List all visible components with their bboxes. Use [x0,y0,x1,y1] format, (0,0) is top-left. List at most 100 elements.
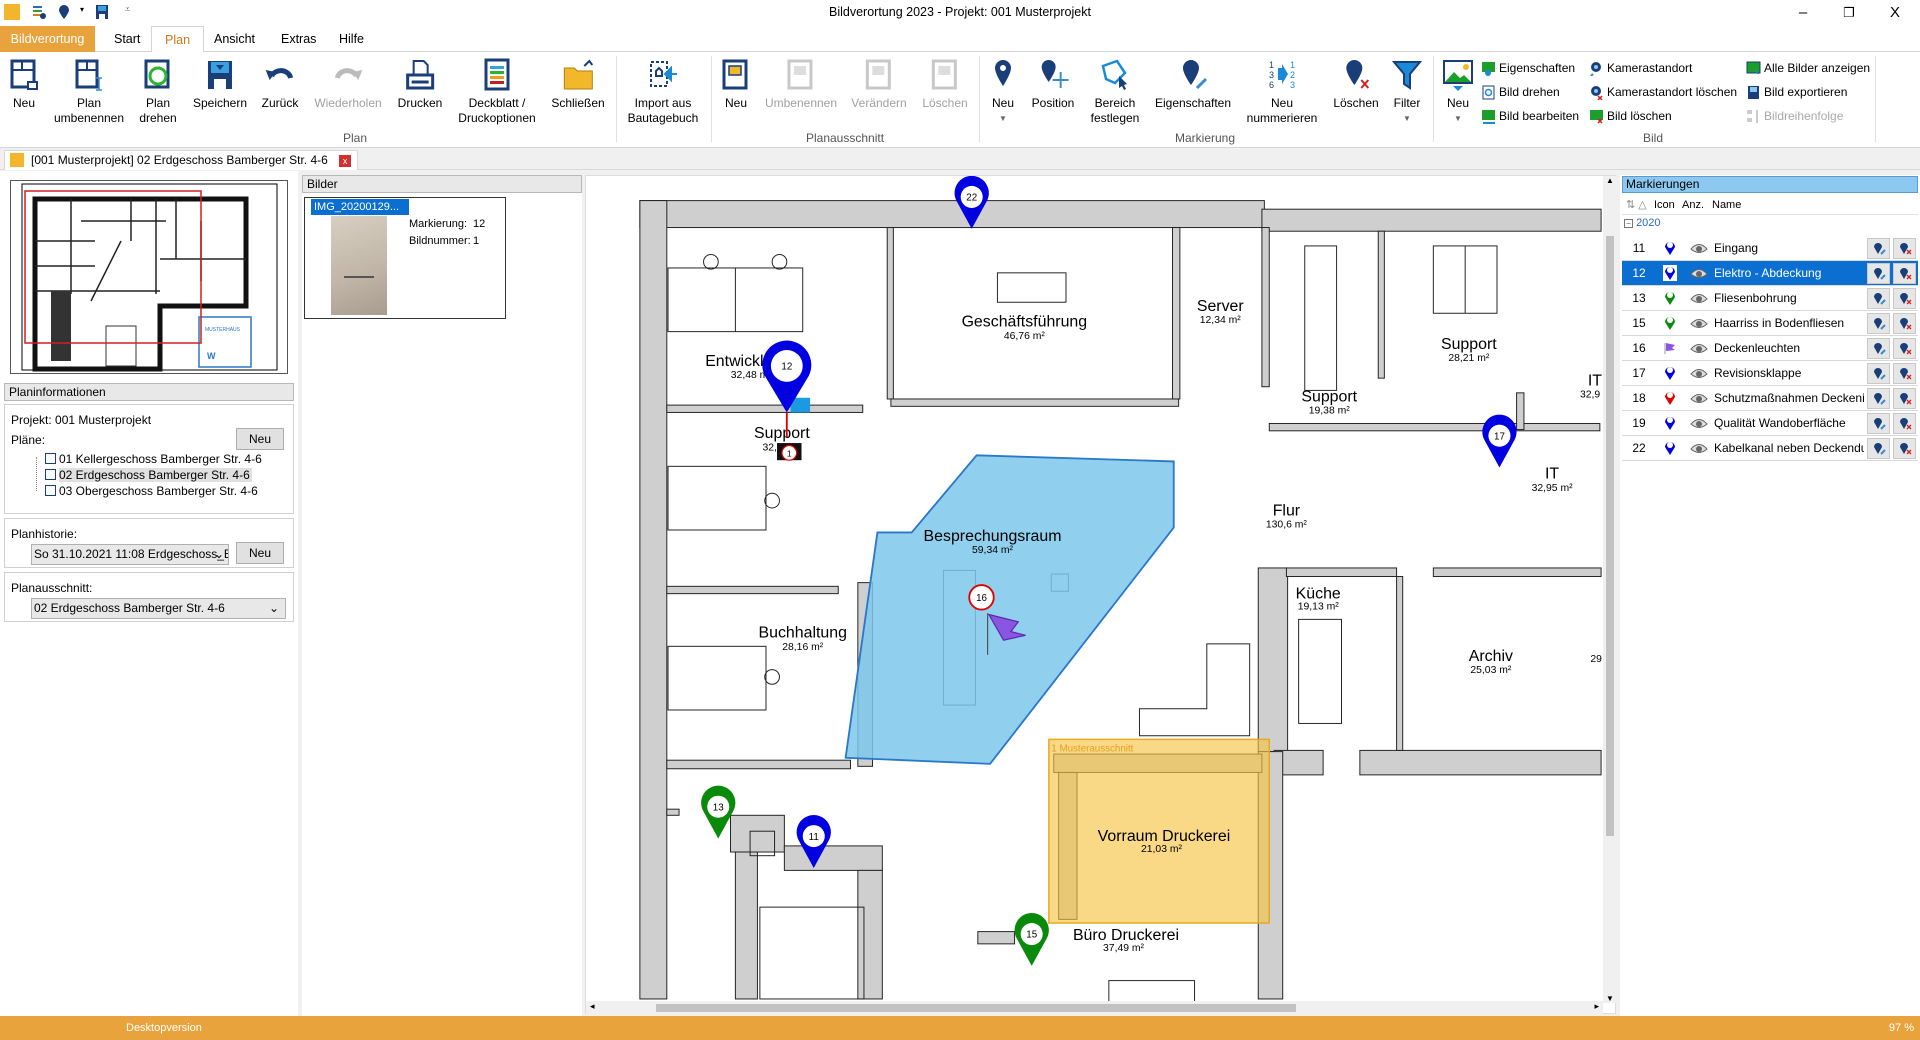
save-button[interactable]: Speichern [193,58,247,111]
image-card[interactable]: IMG_20200129... Markierung: 12 Bildnumme… [304,197,506,319]
filter-button[interactable]: Filter ▼ [1391,58,1423,126]
marker-list-row[interactable]: 22 Kabelkanal neben Deckendurch [1622,436,1918,461]
edit-marker-button[interactable] [1867,387,1890,409]
delete-marker-button[interactable] [1893,262,1916,284]
image-order-button[interactable]: Bildreihenfolge [1746,106,1870,126]
marker-list-row[interactable]: 16 Deckenleuchten [1622,336,1918,361]
scroll-up-icon[interactable]: ▲ [1603,176,1617,185]
cover-sheet-button[interactable]: Deckblatt / Druckoptionen [454,58,540,126]
delete-marker-button[interactable] [1893,287,1916,309]
ausschnitt-rename-button[interactable]: Umbenennen [765,58,837,111]
vertical-scrollbar[interactable]: ▲ ▼ [1603,176,1617,1003]
minimize-button[interactable]: – [1780,0,1826,26]
plan-new-button[interactable]: Neu [8,58,40,111]
tab-start[interactable]: Start [101,26,153,52]
marker-15[interactable]: 15 [1014,912,1049,966]
tab-bildverortung[interactable]: Bildverortung [0,26,95,52]
visibility-toggle[interactable] [1684,417,1714,429]
delete-marker-button[interactable] [1893,337,1916,359]
define-area-button[interactable]: Bereich festlegen [1090,58,1140,126]
planhistorie-select[interactable]: So 31.10.2021 11:08 Erdgeschoss_E ⌄ [31,544,229,565]
delete-marker-button[interactable] [1893,437,1916,459]
tab-hilfe[interactable]: Hilfe [326,26,377,52]
edit-marker-button[interactable] [1867,362,1890,384]
close-button[interactable]: X [1872,0,1918,26]
print-button[interactable]: Drucken [398,58,442,111]
visibility-toggle[interactable] [1684,267,1714,279]
collapse-icon[interactable]: − [1624,219,1633,228]
visibility-toggle[interactable] [1684,392,1714,404]
plan-overview-minimap[interactable]: MUSTERHAUS W [10,180,288,374]
close-tab-icon[interactable]: x [339,155,352,167]
visibility-toggle[interactable] [1684,317,1714,329]
column-name[interactable]: Name [1712,195,1741,215]
horizontal-scrollbar[interactable]: ◂ ▸ [586,1001,1603,1015]
marker-17[interactable]: 17 [1482,414,1517,468]
edit-marker-button[interactable] [1867,412,1890,434]
image-new-button[interactable]: Neu ▼ [1442,58,1474,126]
group-row-2020[interactable]: − 2020 [1624,217,1661,229]
restore-button[interactable]: ❐ [1826,0,1872,26]
edit-marker-button[interactable] [1867,287,1890,309]
marker-list-row[interactable]: 19 Qualität Wandoberfläche [1622,411,1918,436]
visibility-toggle[interactable] [1684,242,1714,254]
marker-list-row[interactable]: 15 Haarriss in Bodenfliesen [1622,311,1918,336]
marker-list-row[interactable]: 13 Fliesenbohrung [1622,286,1918,311]
camera-location-button[interactable]: Kamerastandort [1589,58,1737,78]
edit-marker-button[interactable] [1867,437,1890,459]
import-bautagebuch-button[interactable]: Import aus Bautagebuch [623,58,703,126]
document-tab[interactable]: [001 Musterprojekt] 02 Erdgeschoss Bambe… [4,150,359,170]
camera-marker-1[interactable]: 1 [777,443,802,461]
image-properties-button[interactable]: Eigenschaften [1481,58,1579,78]
edit-marker-button[interactable] [1867,312,1890,334]
ausschnitt-delete-button[interactable]: Löschen [922,58,968,111]
scroll-left-icon[interactable]: ◂ [590,1001,595,1012]
horizontal-scroll-thumb[interactable] [656,1004,1296,1012]
image-delete-button[interactable]: Bild löschen [1589,106,1737,126]
tab-extras[interactable]: Extras [268,26,329,52]
edit-marker-button[interactable] [1867,262,1890,284]
redo-button[interactable]: Wiederholen [314,58,382,111]
besprechungsraum-area[interactable] [844,454,1175,765]
new-history-button[interactable]: Neu [236,542,284,564]
plan-tree-item[interactable]: 03 Obergeschoss Bamberger Str. 4-6 [45,483,262,499]
column-anz[interactable]: Anz. [1682,195,1704,215]
marker-list-row[interactable]: 12 Elektro - Abdeckung [1622,261,1918,286]
marker-delete-button[interactable]: Löschen [1333,58,1379,111]
scroll-right-icon[interactable]: ▸ [1594,1001,1599,1012]
plan-tree-item[interactable]: 01 Kellergeschoss Bamberger Str. 4-6 [45,451,262,467]
image-rotate-button[interactable]: Bild drehen [1481,82,1579,102]
marker-list-row[interactable]: 18 Schutzmaßnahmen Deckeninsta [1622,386,1918,411]
delete-marker-button[interactable] [1893,362,1916,384]
visibility-toggle[interactable] [1684,342,1714,354]
edit-marker-button[interactable] [1867,237,1890,259]
vertical-scroll-thumb[interactable] [1606,236,1614,836]
plan-tree-item-selected[interactable]: 02 Erdgeschoss Bamberger Str. 4-6 [45,467,262,483]
floor-plan[interactable]: 1 Musterausschnitt Entwicklung32,48 m² G… [586,175,1617,1015]
plan-rotate-button[interactable]: Plan drehen [138,58,178,126]
delete-marker-button[interactable] [1893,387,1916,409]
ausschnitt-modify-button[interactable]: Verändern [851,58,907,111]
planausschnitt-select[interactable]: 02 Erdgeschoss Bamberger Str. 4-6 ⌄ [31,598,286,619]
camera-location-delete-button[interactable]: Kamerastandort löschen [1589,82,1737,102]
close-plan-button[interactable]: Schließen [551,58,605,111]
visibility-toggle[interactable] [1684,292,1714,304]
delete-marker-button[interactable] [1893,237,1916,259]
column-icon[interactable]: Icon [1654,195,1675,215]
marker-list-row[interactable]: 17 Revisionsklappe [1622,361,1918,386]
delete-marker-button[interactable] [1893,312,1916,334]
ausschnitt-new-button[interactable]: Neu [720,58,752,111]
marker-new-button[interactable]: Neu ▼ [987,58,1019,126]
tab-ansicht[interactable]: Ansicht [201,26,268,52]
plan-rename-button[interactable]: Plan umbenennen [52,58,126,126]
visibility-toggle[interactable] [1684,367,1714,379]
renumber-button[interactable]: 1 3 6 1 2 3 Neu nummerieren [1244,58,1320,126]
marker-list-row[interactable]: 11 Eingang [1622,236,1918,261]
marker-position-button[interactable]: Position [1032,58,1074,111]
delete-marker-button[interactable] [1893,412,1916,434]
new-plan-button[interactable]: Neu [236,428,284,450]
marker-16[interactable]: 16 [968,584,995,611]
undo-button[interactable]: Zurück [262,58,298,111]
image-edit-button[interactable]: Bild bearbeiten [1481,106,1579,126]
visibility-toggle[interactable] [1684,442,1714,454]
